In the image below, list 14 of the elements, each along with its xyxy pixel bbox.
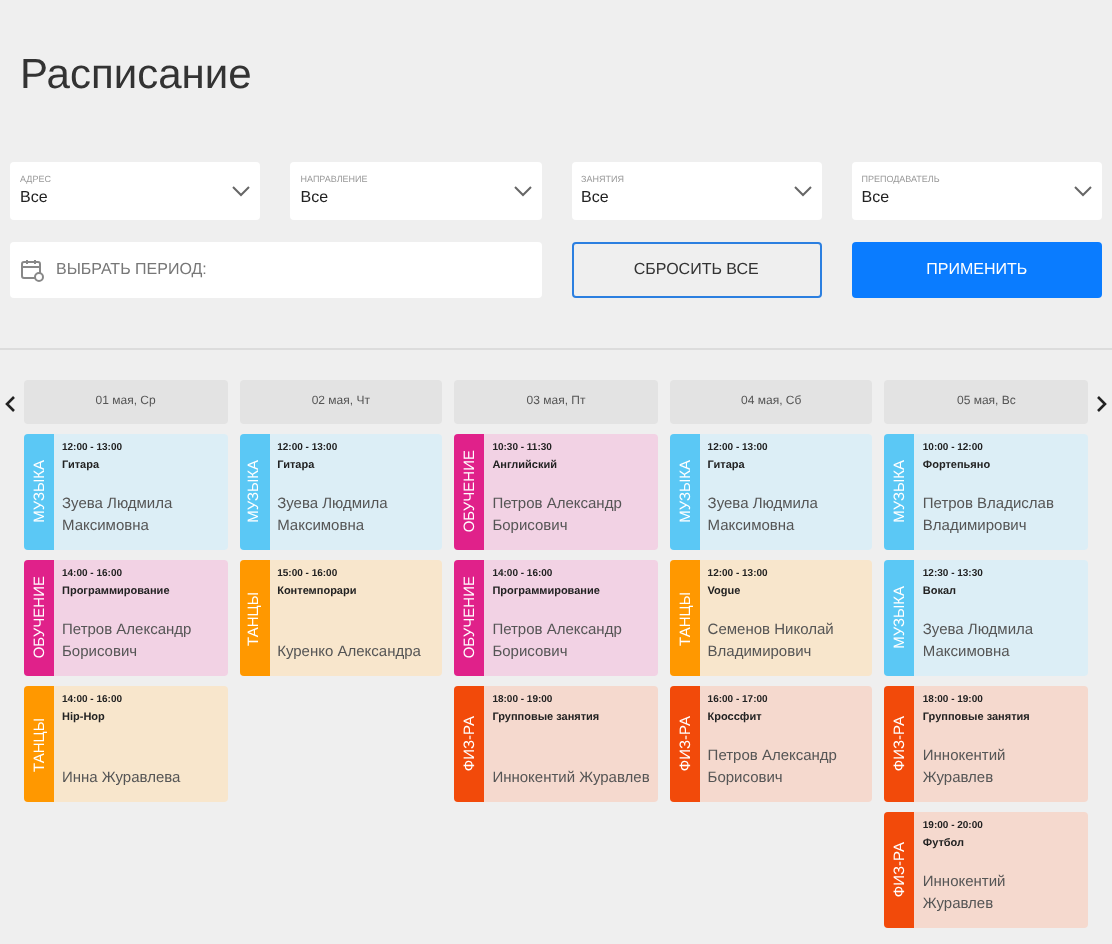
reset-button[interactable]: СБРОСИТЬ ВСЕ <box>571 242 822 298</box>
chevron-down-icon <box>1074 185 1092 197</box>
field-value: Все <box>20 186 50 208</box>
field-value: Все <box>581 186 611 208</box>
field-value: Все <box>300 186 331 208</box>
chevron-down-icon <box>513 185 531 197</box>
calendar-icon <box>20 258 44 282</box>
apply-button[interactable]: ПРИМЕНИТЬ <box>851 242 1102 298</box>
period-input: ВЫБРАТЬ ПЕРИОД: <box>56 258 531 282</box>
page-title: Расписание <box>20 50 254 102</box>
chevron-down-icon <box>232 185 251 197</box>
period-field[interactable]: ВЫБРАТЬ ПЕРИОД: <box>10 242 541 298</box>
field-value: Все <box>861 186 892 208</box>
chevron-down-icon <box>793 185 812 197</box>
